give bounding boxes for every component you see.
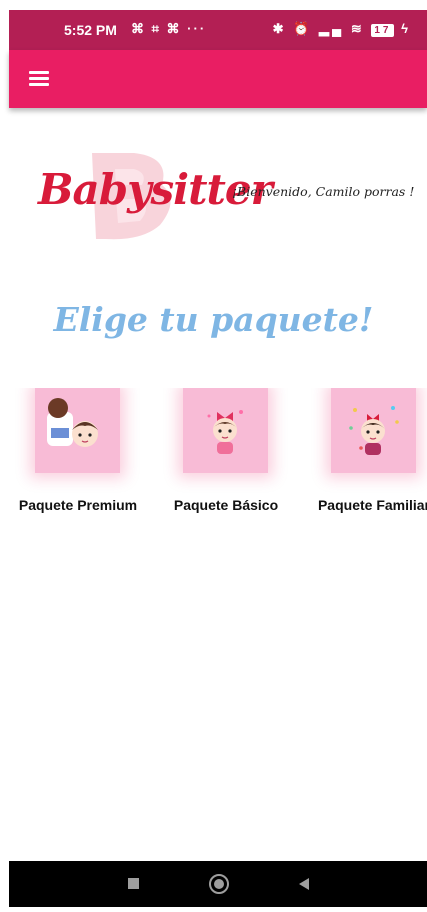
page-heading: Elige tu paquete! [53, 300, 374, 339]
baby-with-confetti-icon [349, 406, 399, 455]
package-familiar-label[interactable]: Paquete Familiar [303, 497, 427, 513]
alarm-icon: ⏰ [293, 21, 313, 36]
status-bar: 5:52 PM ⌘ ⌗ ⌘ ··· ✱ ⏰ ▂▄ ≋ 17 ϟ [9, 10, 427, 50]
notification-icons: ⌘ ⌗ ⌘ ··· [131, 21, 207, 36]
system-status-icons: ✱ ⏰ ▂▄ ≋ 17 ϟ [273, 21, 411, 37]
package-premium[interactable]: Paquete Premium [7, 388, 157, 518]
package-carousel[interactable]: Paquete Premium Paquete Básico Paquete F… [0, 388, 427, 528]
recents-square-icon[interactable] [109, 861, 159, 907]
back-triangle-icon[interactable] [279, 861, 329, 907]
bluetooth-icon: ✱ [272, 21, 287, 36]
welcome-message: ¡Bienvenido, Camilo porras ! [232, 184, 415, 199]
status-time: 5:52 PM [64, 22, 117, 38]
app-bar [9, 50, 427, 108]
package-basico[interactable]: Paquete Básico [155, 388, 305, 518]
home-circle-icon[interactable] [194, 861, 244, 907]
wifi-icon: ≋ [350, 21, 365, 36]
package-basico-label[interactable]: Paquete Básico [155, 497, 297, 513]
package-basico-image[interactable] [183, 388, 268, 473]
system-navigation-bar [9, 861, 427, 907]
package-premium-label[interactable]: Paquete Premium [7, 497, 149, 513]
hamburger-menu-icon[interactable] [29, 70, 49, 86]
baby-with-bow-icon [207, 410, 243, 454]
battery-icon: 17 [371, 24, 395, 37]
package-premium-image[interactable] [35, 388, 120, 473]
signal-icon: ▂▄ [318, 21, 345, 36]
babysitter-logo: Babysitter [30, 145, 273, 245]
baby-with-parent-icon [47, 398, 98, 447]
charging-icon: ϟ [401, 21, 411, 36]
package-familiar-image[interactable] [331, 388, 416, 473]
package-familiar[interactable]: Paquete Familiar [303, 388, 427, 518]
